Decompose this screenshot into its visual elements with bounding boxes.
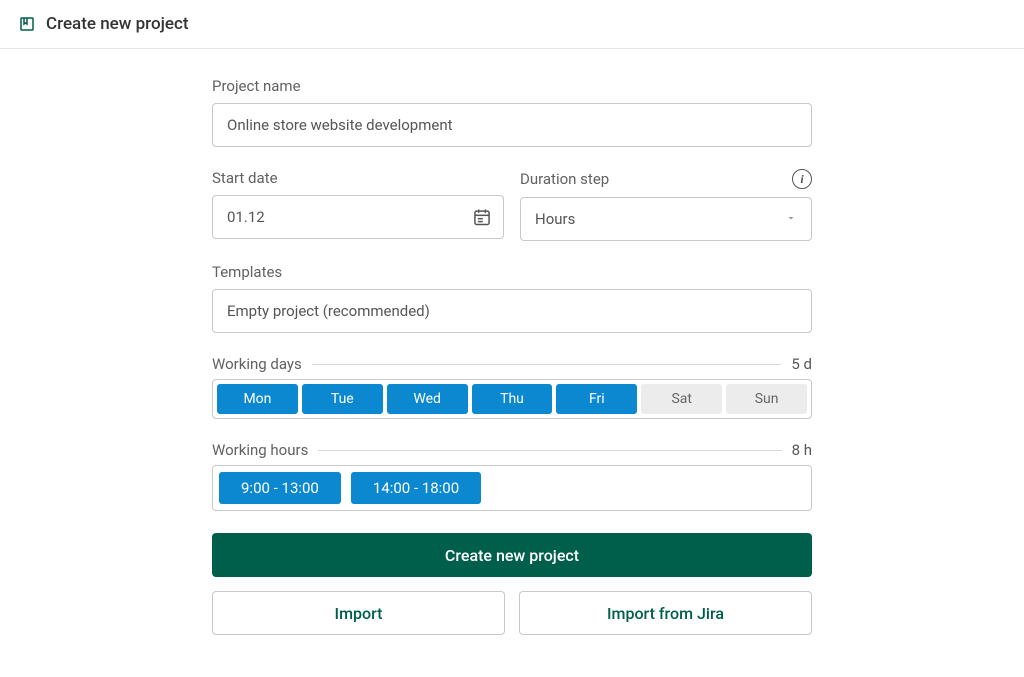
day-chip-tue[interactable]: Tue bbox=[302, 384, 383, 414]
templates-label: Templates bbox=[212, 263, 812, 281]
import-jira-button[interactable]: Import from Jira bbox=[519, 591, 812, 635]
duration-step-group: Duration step i Hours bbox=[520, 169, 812, 241]
book-icon bbox=[18, 15, 36, 33]
dialog-title: Create new project bbox=[46, 14, 189, 34]
import-button[interactable]: Import bbox=[212, 591, 505, 635]
start-date-group: Start date bbox=[212, 169, 504, 241]
project-name-group: Project name bbox=[212, 77, 812, 147]
project-name-input[interactable] bbox=[212, 103, 812, 147]
working-days-header: Working days 5 d bbox=[212, 355, 812, 373]
hour-range-0[interactable]: 9:00 - 13:00 bbox=[219, 472, 341, 504]
day-chip-sun[interactable]: Sun bbox=[726, 384, 807, 414]
chevron-down-icon bbox=[785, 210, 797, 228]
working-hours-summary: 8 h bbox=[792, 441, 812, 459]
project-name-label: Project name bbox=[212, 77, 812, 95]
working-days-summary: 5 d bbox=[791, 355, 812, 373]
create-project-form: Project name Start date bbox=[212, 77, 812, 635]
day-chip-mon[interactable]: Mon bbox=[217, 384, 298, 414]
hour-range-1[interactable]: 14:00 - 18:00 bbox=[351, 472, 481, 504]
working-hours-label: Working hours bbox=[212, 441, 308, 459]
duration-step-select[interactable]: Hours bbox=[520, 197, 812, 241]
templates-select[interactable]: Empty project (recommended) bbox=[212, 289, 812, 333]
templates-value: Empty project (recommended) bbox=[227, 302, 430, 320]
day-chip-wed[interactable]: Wed bbox=[387, 384, 468, 414]
dialog-header: Create new project bbox=[0, 0, 1024, 49]
day-chip-fri[interactable]: Fri bbox=[556, 384, 637, 414]
create-project-button[interactable]: Create new project bbox=[212, 533, 812, 577]
day-chip-sat[interactable]: Sat bbox=[641, 384, 722, 414]
divider bbox=[318, 450, 781, 451]
info-icon[interactable]: i bbox=[792, 169, 812, 189]
start-date-input[interactable] bbox=[212, 195, 504, 239]
start-date-label: Start date bbox=[212, 169, 504, 187]
working-hours-header: Working hours 8 h bbox=[212, 441, 812, 459]
day-chip-thu[interactable]: Thu bbox=[472, 384, 553, 414]
duration-step-value: Hours bbox=[535, 210, 575, 228]
divider bbox=[312, 364, 782, 365]
working-days-selector: MonTueWedThuFriSatSun bbox=[212, 379, 812, 419]
working-hours-selector: 9:00 - 13:00 14:00 - 18:00 bbox=[212, 465, 812, 511]
calendar-icon[interactable] bbox=[472, 207, 492, 227]
duration-step-label: Duration step bbox=[520, 170, 609, 188]
templates-group: Templates Empty project (recommended) bbox=[212, 263, 812, 333]
working-days-label: Working days bbox=[212, 355, 302, 373]
